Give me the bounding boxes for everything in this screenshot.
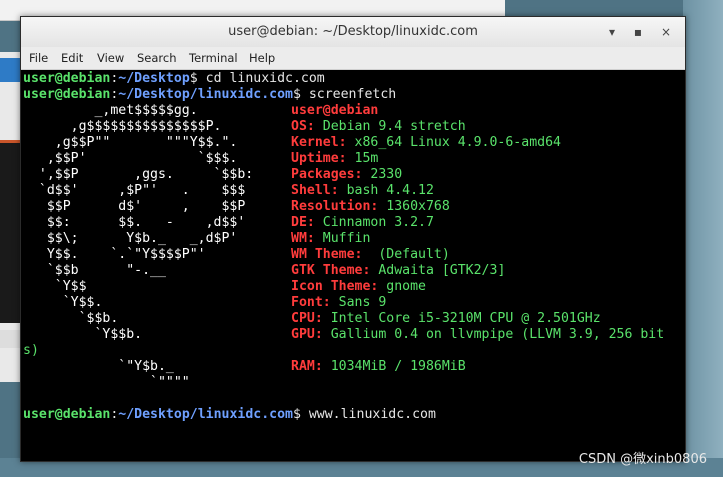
prompt-path: ~/Desktop/linuxidc.com [118, 87, 293, 102]
info-value: Adwaita [GTK2/3] [370, 263, 506, 278]
info-row: Icon Theme: gnome [291, 279, 426, 295]
watermark: CSDN @微xinb0806 [578, 452, 707, 467]
logo-line: `d$$' ,$P"' . $$$ [23, 183, 246, 198]
info-label: Font: [291, 295, 331, 310]
info-value: 2330 [362, 167, 403, 182]
info-value: 15m [346, 151, 379, 166]
close-button[interactable]: × [655, 22, 677, 42]
info-value: Muffin [314, 231, 371, 246]
logo-line: Y$$. `.`"Y$$$$P"' [23, 247, 206, 262]
info-user-host-text: user@debian [291, 103, 379, 118]
prompt-command: www.linuxidc.com [300, 407, 436, 422]
terminal-window: user@debian: ~/Desktop/linuxidc.com ▾ ▪ … [20, 16, 686, 462]
logo-line: `"""" [23, 375, 190, 390]
menu-view[interactable]: View [97, 51, 124, 65]
info-row: Resolution: 1360x768 [291, 199, 450, 215]
info-wrap-text: s) [23, 343, 39, 358]
prompt-symbol: $ [292, 87, 301, 102]
window-title: user@debian: ~/Desktop/linuxidc.com [228, 24, 478, 39]
logo-line: `Y$$ [23, 279, 87, 294]
info-user-host: user@debian [291, 103, 378, 119]
background-dark-panel [0, 143, 20, 323]
info-value: Sans 9 [330, 295, 387, 310]
background-tabs [0, 330, 20, 348]
info-label: Shell: [291, 183, 339, 198]
info-row: GPU: Gallium 0.4 on llvmpipe (LLVM 3.9, … [291, 327, 664, 343]
info-row: DE: Cinnamon 3.2.7 [291, 215, 434, 231]
prompt-line: user@debian:~/Desktop/linuxidc.com$ www.… [23, 407, 436, 423]
title-bar[interactable]: user@debian: ~/Desktop/linuxidc.com ▾ ▪ … [21, 17, 685, 48]
logo-line: $$P d$' , $$P [23, 199, 246, 214]
info-label: WM Theme: [291, 247, 363, 262]
prompt-path: ~/Desktop [118, 71, 190, 86]
info-label: Resolution: [291, 199, 379, 214]
info-row: WM: Muffin [291, 231, 370, 247]
logo-line: ,$$P' `$$$. [23, 151, 238, 166]
info-label: Kernel: [291, 135, 347, 150]
info-row: GTK Theme: Adwaita [GTK2/3] [291, 263, 505, 279]
info-label: Packages: [291, 167, 363, 182]
info-row: Shell: bash 4.4.12 [291, 183, 434, 199]
logo-line: ,g$$$$$$$$$$$$$$$P. [23, 119, 222, 134]
minimize-button[interactable]: ▾ [601, 22, 623, 42]
info-label: OS: [291, 119, 315, 134]
info-row: Uptime: 15m [291, 151, 378, 167]
info-value: Debian 9.4 stretch [314, 119, 466, 134]
info-value: 1034MiB / 1986MiB [322, 359, 466, 374]
info-value: gnome [378, 279, 426, 294]
info-row: WM Theme: (Default) [291, 247, 450, 263]
info-value: Gallium 0.4 on llvmpipe (LLVM 3.9, 256 b… [322, 327, 665, 342]
logo-line: `$$b "-.__ [23, 263, 166, 278]
info-row-ram: RAM: 1034MiB / 1986MiB [291, 359, 466, 375]
logo-line: ',$$P ,ggs. `$$b: [23, 167, 254, 182]
info-label: CPU: [291, 311, 323, 326]
menu-terminal[interactable]: Terminal [189, 51, 238, 65]
prompt-user: user@debian [23, 71, 111, 86]
prompt-line: user@debian:~/Desktop$ cd linuxidc.com [23, 71, 325, 87]
logo-line: `$$b. [23, 311, 119, 326]
logo-line: ,g$$P"" """Y$$.". [23, 135, 238, 150]
info-label: GTK Theme: [291, 263, 371, 278]
menu-bar: File Edit View Search Terminal Help [21, 47, 685, 70]
logo-line: `Y$$. [23, 295, 103, 310]
prompt-path: ~/Desktop/linuxidc.com [118, 407, 293, 422]
info-value: bash 4.4.12 [338, 183, 434, 198]
terminal-output[interactable]: user@debian:~/Desktop$ cd linuxidc.com u… [23, 71, 683, 459]
prompt-user: user@debian [23, 87, 111, 102]
maximize-button[interactable]: ▪ [627, 22, 649, 42]
menu-edit[interactable]: Edit [61, 51, 83, 65]
info-label: Icon Theme: [291, 279, 379, 294]
info-value: Intel Core i5-3210M CPU @ 2.501GHz [322, 311, 601, 326]
menu-search[interactable]: Search [137, 51, 177, 65]
logo-line: $$\; Y$b._ _,d$P' [23, 231, 238, 246]
menu-help[interactable]: Help [249, 51, 275, 65]
prompt-line: user@debian:~/Desktop/linuxidc.com$ scre… [23, 87, 396, 103]
logo-line: $$: $$. - ,d$$' [23, 215, 246, 230]
background-tab [0, 58, 20, 82]
logo-line: `Y$$b. [23, 327, 143, 342]
menu-file[interactable]: File [29, 51, 48, 65]
prompt-command: cd linuxidc.com [197, 71, 325, 86]
logo-line: `"Y$b._ [23, 359, 174, 374]
info-label: WM: [291, 231, 315, 246]
info-row: OS: Debian 9.4 stretch [291, 119, 466, 135]
prompt-command: screenfetch [300, 87, 397, 102]
info-row: Packages: 2330 [291, 167, 402, 183]
info-label: DE: [291, 215, 315, 230]
logo-line: _,met$$$$$gg. [23, 103, 198, 118]
info-value: 1360x768 [378, 199, 450, 214]
prompt-user: user@debian [23, 407, 111, 422]
info-row: Font: Sans 9 [291, 295, 386, 311]
prompt-symbol: $ [189, 71, 198, 86]
desktop-right-edge [683, 0, 723, 477]
info-label: RAM: [291, 359, 323, 374]
info-value: Cinnamon 3.2.7 [314, 215, 434, 230]
info-label: Uptime: [291, 151, 347, 166]
info-value: x86_64 Linux 4.9.0-6-amd64 [346, 135, 561, 150]
info-row: Kernel: x86_64 Linux 4.9.0-6-amd64 [291, 135, 561, 151]
prompt-symbol: $ [292, 407, 301, 422]
info-label: GPU: [291, 327, 323, 342]
info-row: CPU: Intel Core i5-3210M CPU @ 2.501GHz [291, 311, 601, 327]
info-value: (Default) [362, 247, 450, 262]
